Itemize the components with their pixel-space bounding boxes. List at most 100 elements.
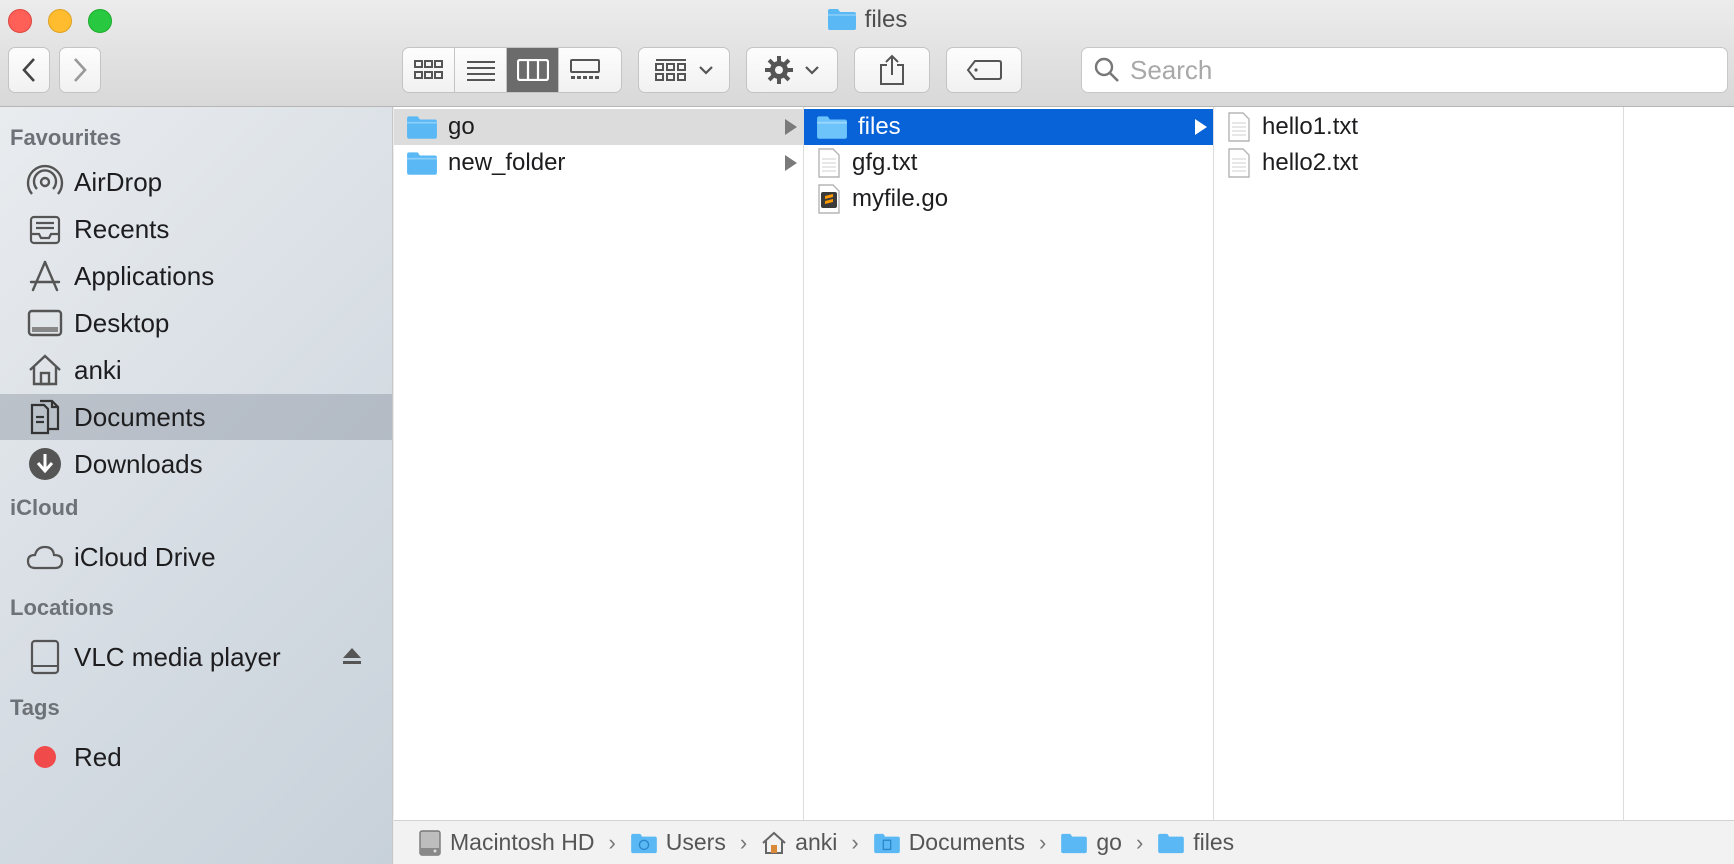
search-icon	[1094, 57, 1119, 82]
item-label: myfile.go	[852, 185, 949, 212]
chevron-right-icon: ›	[851, 829, 859, 855]
sidebar-item-recents[interactable]: Recents	[0, 206, 392, 252]
sublime-file-icon	[816, 184, 842, 214]
sidebar-item-applications[interactable]: Applications	[0, 253, 392, 299]
list-item-myfile-go[interactable]: myfile.go	[804, 181, 1213, 217]
breadcrumb-label: Macintosh HD	[450, 829, 595, 855]
sidebar-item-icloud-drive[interactable]: iCloud Drive	[0, 534, 392, 580]
documents-icon	[26, 398, 64, 436]
chevron-right-icon: ›	[608, 829, 616, 855]
chevron-down-icon	[805, 66, 819, 75]
downloads-icon	[26, 445, 64, 483]
sidebar-item-downloads[interactable]: Downloads	[0, 441, 392, 487]
list-icon	[466, 61, 495, 81]
column-4-empty	[1624, 107, 1734, 820]
list-item-hello1-txt[interactable]: hello1.txt	[1214, 109, 1623, 145]
view-mode-control	[402, 47, 622, 93]
group-grid-icon	[655, 59, 686, 81]
chevron-right-icon: ›	[1039, 829, 1047, 855]
sidebar-item-label: AirDrop	[74, 166, 163, 197]
path-bar: Macintosh HD › Users › anki › Documents …	[394, 820, 1734, 864]
sidebar-item-documents[interactable]: Documents	[0, 394, 392, 440]
breadcrumb-label: go	[1096, 829, 1122, 855]
window-title: files	[0, 6, 1734, 38]
breadcrumb-users[interactable]: Users	[630, 829, 726, 856]
column-browser: go new_folder files gfg.txt myfile.go he…	[394, 107, 1734, 820]
chevron-left-icon	[22, 58, 35, 82]
cloud-icon	[26, 538, 64, 576]
breadcrumb-go[interactable]: go	[1060, 829, 1122, 856]
hard-drive-icon	[419, 829, 441, 856]
sidebar-item-airdrop[interactable]: AirDrop	[0, 159, 392, 205]
search-field[interactable]	[1081, 47, 1728, 93]
chevron-right-icon: ›	[1135, 829, 1144, 855]
sidebar-item-tag-red[interactable]: Red	[0, 734, 392, 780]
gear-icon	[765, 56, 793, 84]
column-view-button[interactable]	[507, 48, 559, 92]
breadcrumb-label: files	[1193, 829, 1235, 855]
airdrop-icon	[26, 163, 64, 201]
folder-icon	[1061, 833, 1088, 853]
share-button[interactable]	[854, 47, 930, 93]
applications-icon	[26, 257, 64, 295]
list-item-hello2-txt[interactable]: hello2.txt	[1214, 145, 1623, 181]
sidebar-item-desktop[interactable]: Desktop	[0, 300, 392, 346]
columns-icon	[516, 59, 549, 81]
recents-icon	[26, 210, 64, 248]
list-item-gfg-txt[interactable]: gfg.txt	[804, 145, 1213, 181]
column-3: hello1.txt hello2.txt	[1214, 107, 1624, 820]
sidebar-item-label: Recents	[74, 213, 170, 244]
breadcrumb-label: Documents	[908, 829, 1026, 855]
folder-icon	[406, 114, 438, 140]
item-label: new_folder	[448, 149, 566, 176]
text-file-icon	[1226, 148, 1252, 178]
sidebar-item-label: Red	[74, 741, 122, 772]
sidebar-item-label: Documents	[74, 401, 206, 432]
home-icon	[762, 831, 786, 854]
users-folder-icon	[630, 833, 657, 853]
group-by-button[interactable]	[638, 47, 730, 93]
folder-icon	[406, 150, 438, 176]
item-label: gfg.txt	[852, 149, 918, 176]
sidebar-item-label: Desktop	[74, 307, 170, 338]
disclosure-arrow-icon	[785, 119, 797, 135]
tags-button[interactable]	[946, 47, 1022, 93]
breadcrumb-documents[interactable]: Documents	[873, 829, 1025, 856]
sidebar-item-anki[interactable]: anki	[0, 347, 392, 393]
chevron-down-icon	[699, 66, 713, 75]
action-menu-button[interactable]	[746, 47, 838, 93]
text-file-icon	[816, 148, 842, 178]
chevron-right-icon	[74, 58, 87, 82]
sidebar: Favourites AirDrop Recents Applications …	[0, 107, 393, 864]
eject-icon[interactable]	[342, 646, 362, 671]
back-button[interactable]	[8, 47, 50, 93]
item-label: hello2.txt	[1262, 149, 1359, 176]
item-label: files	[858, 113, 901, 140]
breadcrumb-macintosh-hd[interactable]: Macintosh HD	[418, 829, 594, 857]
forward-button[interactable]	[59, 47, 101, 93]
red-tag-dot-icon	[26, 738, 64, 776]
disclosure-arrow-icon	[785, 155, 797, 171]
list-item-new-folder[interactable]: new_folder	[394, 145, 803, 181]
list-view-button[interactable]	[455, 48, 507, 92]
window-toolbar: files	[0, 0, 1734, 107]
list-item-go[interactable]: go	[394, 109, 803, 145]
item-label: hello1.txt	[1262, 113, 1359, 140]
icloud-heading: iCloud	[10, 495, 79, 520]
gallery-view-button[interactable]	[559, 48, 611, 92]
sidebar-item-label: Downloads	[74, 448, 203, 479]
breadcrumb-files[interactable]: files	[1157, 829, 1234, 856]
search-input[interactable]	[1130, 54, 1710, 86]
column-1: go new_folder	[394, 107, 804, 820]
tag-icon	[966, 60, 1002, 80]
sidebar-item-vlc-media-player[interactable]: VLC media player	[0, 634, 392, 680]
icon-view-button[interactable]	[403, 48, 455, 92]
breadcrumb-anki[interactable]: anki	[761, 829, 837, 856]
breadcrumb-label: anki	[795, 829, 838, 855]
list-item-files[interactable]: files	[804, 109, 1213, 145]
home-icon	[26, 351, 64, 389]
sidebar-item-label: VLC media player	[74, 641, 281, 672]
column-2: files gfg.txt myfile.go	[804, 107, 1214, 820]
chevron-right-icon: ›	[739, 829, 748, 855]
sidebar-item-label: Applications	[74, 260, 215, 291]
